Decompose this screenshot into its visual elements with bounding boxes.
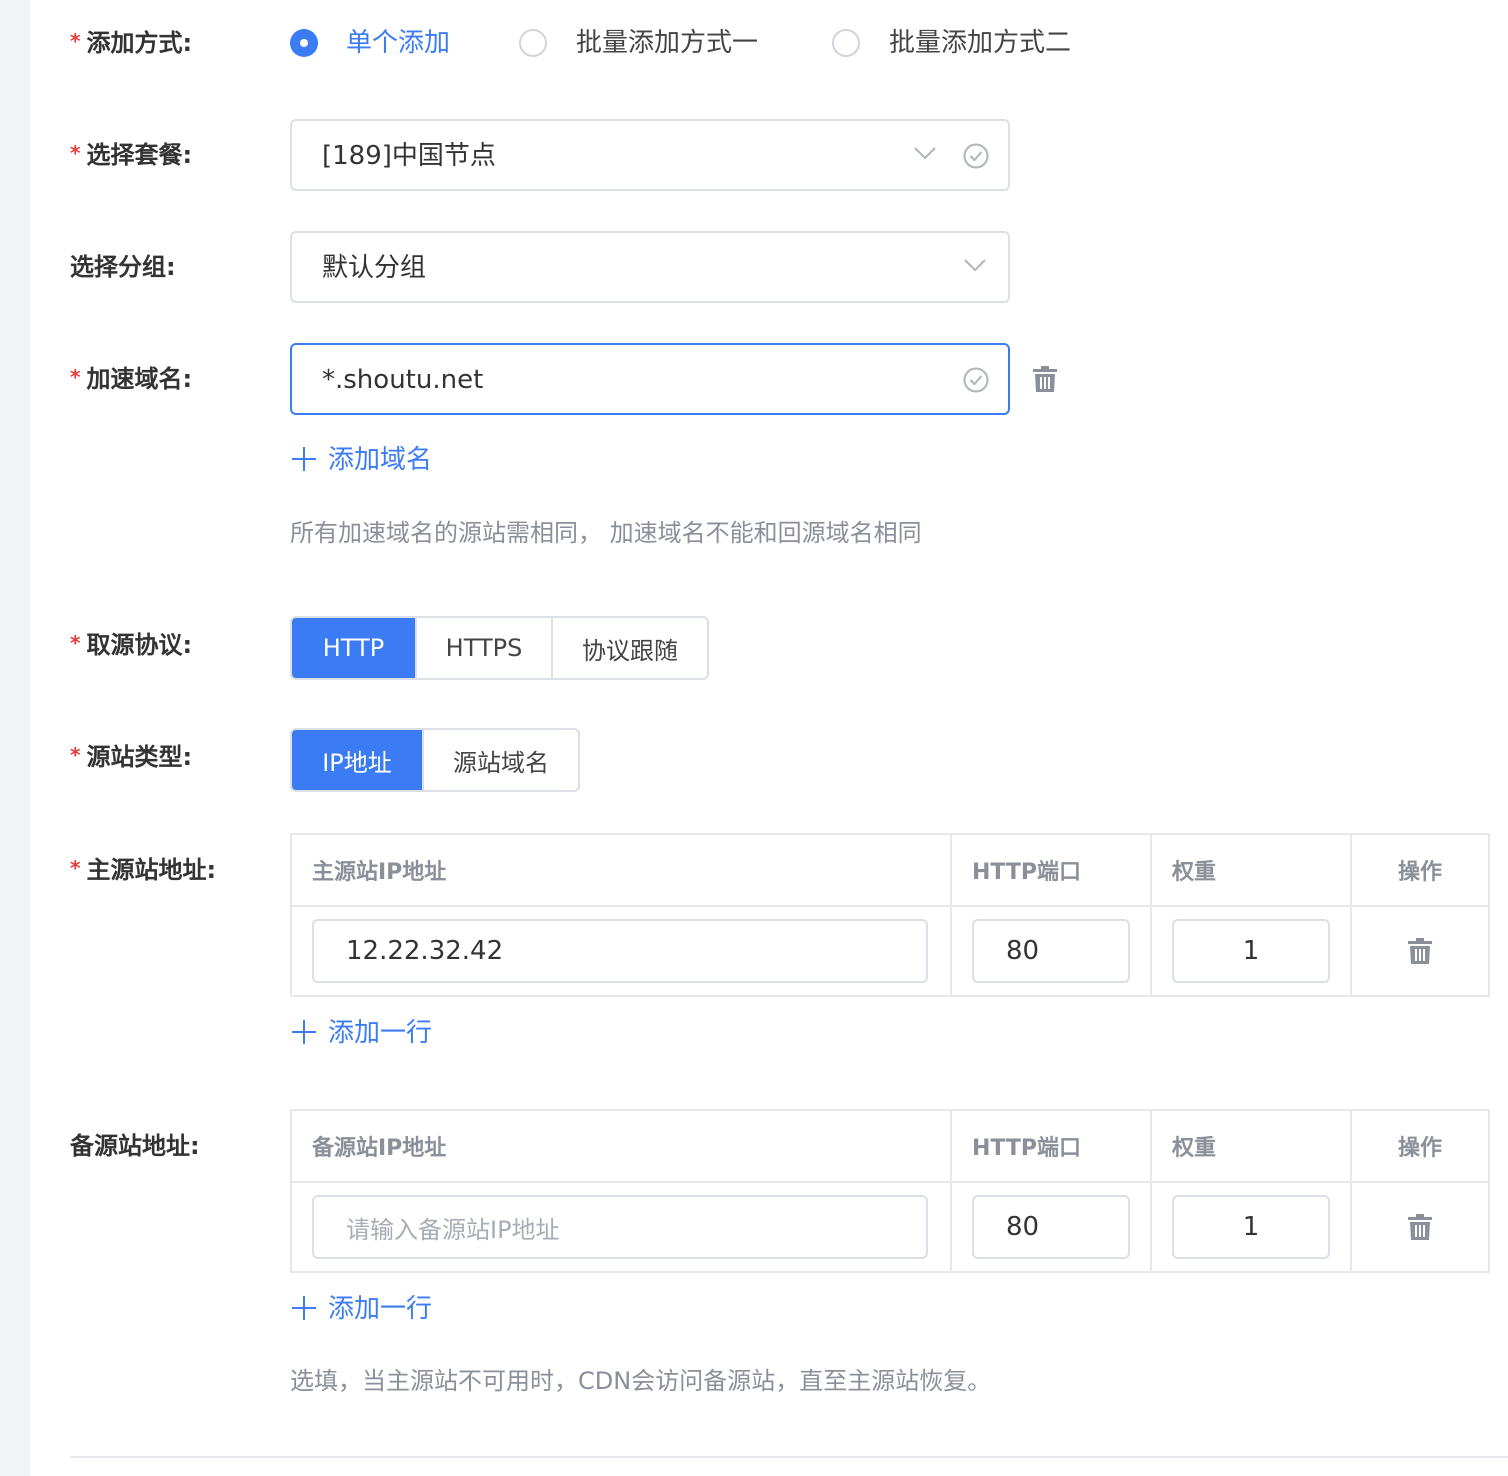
add-backup-row-button[interactable]: 添加一行 <box>292 1293 432 1325</box>
table-row: 请输入备源站IP地址 80 1 <box>292 1183 1488 1271</box>
radio-single-add-label[interactable]: 单个添加 <box>346 27 450 59</box>
column-header-ip: 备源站IP地址 <box>312 1136 447 1161</box>
delete-domain-trash-icon[interactable] <box>1033 366 1057 392</box>
plus-icon <box>292 447 316 471</box>
add-backup-row-label: 添加一行 <box>328 1294 433 1324</box>
required-asterisk: * <box>70 29 81 53</box>
primary-ip-input[interactable]: 12.22.32.42 <box>312 919 928 983</box>
check-circle-icon <box>963 143 989 169</box>
package-label: * 选择套餐: <box>70 140 192 171</box>
actions-cell <box>1350 907 1488 995</box>
column-header-port: HTTP端口 <box>950 1111 1150 1181</box>
add-domain-form: * 添加方式: 单个添加 批量添加方式一 批量添加方式二 * 选择套餐: [189]… <box>30 0 1508 1476</box>
column-header-ip: 主源站IP地址 <box>312 860 447 885</box>
protocol-option-follow[interactable]: 协议跟随 <box>551 618 707 678</box>
weight-cell: 1 <box>1150 907 1350 995</box>
origin-type-option-domain[interactable]: 源站域名 <box>422 730 578 790</box>
origin-type-label-text: 源站类型: <box>86 743 193 771</box>
backup-origin-table: 备源站IP地址 HTTP端口 权重 操作 请输入备源站IP地址 80 1 <box>290 1109 1490 1273</box>
add-primary-row-label: 添加一行 <box>328 1018 433 1048</box>
domain-label: * 加速域名: <box>70 364 192 395</box>
column-header-actions: 操作 <box>1350 1111 1488 1181</box>
protocol-label-text: 取源协议: <box>86 631 193 659</box>
add-domain-button-label: 添加域名 <box>328 445 433 475</box>
table-header-row: 备源站IP地址 HTTP端口 权重 操作 <box>292 1111 1488 1183</box>
domain-input[interactable]: *.shoutu.net <box>290 343 1010 415</box>
origin-type-option-ip[interactable]: IP地址 <box>292 730 422 790</box>
port-cell: 80 <box>950 907 1150 995</box>
primary-port-input[interactable]: 80 <box>972 919 1130 983</box>
table-header-row: 主源站IP地址 HTTP端口 权重 操作 <box>292 835 1488 907</box>
check-circle-icon <box>963 367 989 393</box>
radio-single-add[interactable] <box>290 29 318 57</box>
required-asterisk: * <box>70 141 81 165</box>
origin-type-segmented: IP地址 源站域名 <box>290 728 580 792</box>
primary-weight-input[interactable]: 1 <box>1172 919 1330 983</box>
protocol-label: * 取源协议: <box>70 630 192 661</box>
backup-origin-hint: 选填，当主源站不可用时，CDN会访问备源站，直至主源站恢复。 <box>290 1367 992 1395</box>
column-header-port: HTTP端口 <box>950 835 1150 905</box>
column-header-actions: 操作 <box>1350 835 1488 905</box>
package-label-text: 选择套餐: <box>86 141 193 169</box>
backup-ip-input[interactable]: 请输入备源站IP地址 <box>312 1195 928 1259</box>
required-asterisk: * <box>70 856 81 880</box>
domain-input-value: *.shoutu.net <box>322 365 484 395</box>
add-domain-button[interactable]: 添加域名 <box>292 444 432 476</box>
domain-hint: 所有加速域名的源站需相同， 加速域名不能和回源域名相同 <box>290 519 922 547</box>
package-select-value: [189]中国节点 <box>322 141 496 171</box>
protocol-segmented: HTTP HTTPS 协议跟随 <box>290 616 709 680</box>
add-mode-label-text: 添加方式: <box>86 29 193 57</box>
delete-row-trash-icon[interactable] <box>1408 1214 1432 1240</box>
table-row: 12.22.32.42 80 1 <box>292 907 1488 995</box>
group-label: 选择分组: <box>70 253 176 281</box>
add-primary-row-button[interactable]: 添加一行 <box>292 1017 432 1049</box>
port-cell: 80 <box>950 1183 1150 1271</box>
required-asterisk: * <box>70 631 81 655</box>
radio-batch-add-2-label[interactable]: 批量添加方式二 <box>889 27 1071 59</box>
primary-origin-table: 主源站IP地址 HTTP端口 权重 操作 12.22.32.42 80 1 <box>290 833 1490 997</box>
primary-origin-label: * 主源站地址: <box>70 855 216 886</box>
plus-icon <box>292 1296 316 1320</box>
package-select[interactable]: [189]中国节点 <box>290 119 1010 191</box>
delete-row-trash-icon[interactable] <box>1408 938 1432 964</box>
radio-batch-add-1[interactable] <box>519 29 547 57</box>
origin-type-label: * 源站类型: <box>70 742 192 773</box>
radio-batch-add-1-label[interactable]: 批量添加方式一 <box>576 27 758 59</box>
group-select[interactable]: 默认分组 <box>290 231 1010 303</box>
required-asterisk: * <box>70 365 81 389</box>
column-header-weight: 权重 <box>1150 835 1350 905</box>
protocol-option-http[interactable]: HTTP <box>292 618 415 678</box>
domain-label-text: 加速域名: <box>86 365 193 393</box>
protocol-option-https[interactable]: HTTPS <box>415 618 551 678</box>
add-mode-label: * 添加方式: <box>70 28 192 59</box>
radio-batch-add-2[interactable] <box>832 29 860 57</box>
backup-weight-input[interactable]: 1 <box>1172 1195 1330 1259</box>
actions-cell <box>1350 1183 1488 1271</box>
chevron-down-icon <box>914 147 936 160</box>
primary-origin-label-text: 主源站地址: <box>86 856 217 884</box>
required-asterisk: * <box>70 743 81 767</box>
column-header-weight: 权重 <box>1150 1111 1350 1181</box>
ip-cell: 12.22.32.42 <box>292 907 950 995</box>
group-select-value: 默认分组 <box>322 253 427 283</box>
ip-cell: 请输入备源站IP地址 <box>292 1183 950 1271</box>
backup-port-input[interactable]: 80 <box>972 1195 1130 1259</box>
backup-origin-label: 备源站地址: <box>70 1132 200 1160</box>
chevron-down-icon <box>964 259 986 272</box>
plus-icon <box>292 1020 316 1044</box>
weight-cell: 1 <box>1150 1183 1350 1271</box>
divider <box>70 1456 1508 1458</box>
